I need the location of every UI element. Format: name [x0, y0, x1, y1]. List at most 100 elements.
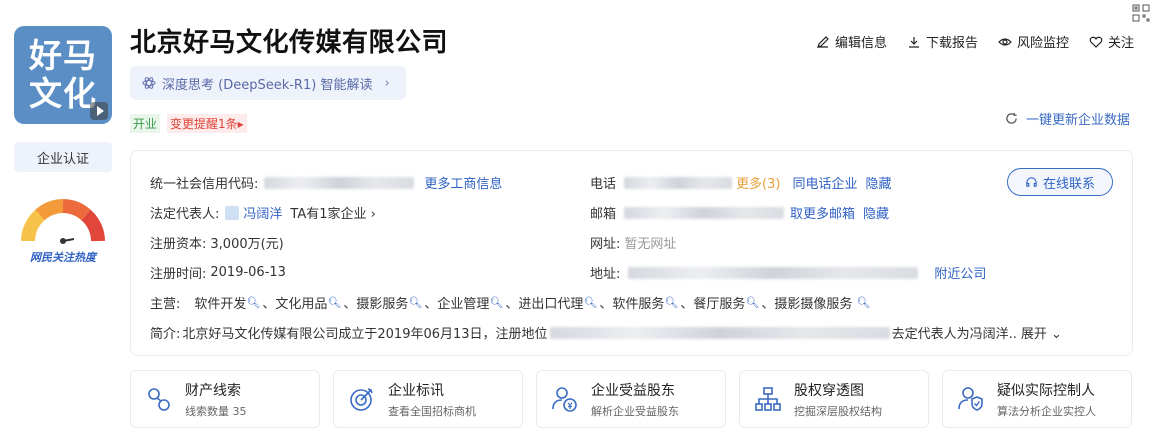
phone-more-link[interactable]: 更多(3)	[736, 173, 780, 192]
feature-equity-chart[interactable]: 股权穿透图 挖掘深层股权结构	[739, 370, 929, 428]
search-icon[interactable]: 🔍︎	[246, 296, 260, 309]
intro-expand-button[interactable]: 展开 ⌄	[1021, 323, 1062, 342]
feature-subtitle: 挖掘深层股权结构	[794, 404, 882, 418]
download-report-button[interactable]: 下载报告	[907, 32, 978, 51]
feature-title: 股权穿透图	[794, 382, 864, 399]
intro-text-start: 北京好马文化传媒有限公司成立于2019年06月13日，注册地位	[182, 327, 548, 342]
reg-time-row: 注册时间: 2019-06-13	[150, 263, 286, 282]
legal-rep-row: 法定代表人: 冯阔洋 TA有1家企业 ›	[150, 203, 376, 222]
change-alert-badge[interactable]: 变更提醒1条▸	[167, 114, 247, 133]
edit-info-label: 编辑信息	[834, 36, 887, 51]
business-item[interactable]: 企业管理	[437, 293, 489, 312]
status-badge: 开业	[130, 114, 161, 133]
legal-rep-name-link[interactable]: 冯阔洋	[243, 203, 282, 222]
company-page: 好马 文化 企业认证 网民关注热度 北京好马文化传媒有限公司 深度思考 (Dee…	[0, 0, 1154, 438]
chevron-right-icon: ›	[384, 75, 390, 91]
search-icon[interactable]: 🔍︎	[856, 296, 870, 309]
capital-value: 3,000万(元)	[210, 237, 284, 252]
phone-row: 电话 更多(3) 同电话企业 隐藏	[590, 173, 891, 192]
business-item[interactable]: 摄影摄像服务	[774, 293, 852, 312]
qr-code-icon[interactable]	[1132, 4, 1150, 22]
download-report-label: 下载报告	[925, 36, 978, 51]
headset-icon	[1026, 176, 1037, 187]
caret-right-icon: ▸	[237, 117, 244, 131]
credit-code-row: 统一社会信用代码: 更多工商信息	[150, 173, 502, 192]
search-icon[interactable]: 🔍︎	[408, 296, 422, 309]
target-icon	[350, 388, 373, 411]
email-label: 邮箱	[590, 207, 617, 222]
company-title: 北京好马文化传媒有限公司	[130, 28, 449, 58]
enterprise-cert-button[interactable]: 企业认证	[14, 142, 112, 172]
heat-label: 网民关注热度	[30, 251, 96, 264]
credit-code-label: 统一社会信用代码:	[150, 177, 259, 192]
feature-property-clues[interactable]: 财产线索 线索数量 35	[130, 370, 320, 428]
feature-title: 企业受益股东	[591, 382, 675, 399]
email-value	[624, 206, 785, 219]
search-icon[interactable]: 🔍︎	[583, 296, 597, 309]
feature-subtitle: 线索数量 35	[185, 404, 247, 418]
feature-subtitle: 解析企业受益股东	[591, 404, 679, 418]
feature-subtitle: 查看全国招标商机	[388, 404, 476, 418]
more-emails-link[interactable]: 取更多邮箱	[790, 203, 855, 222]
more-business-info-link[interactable]: 更多工商信息	[424, 173, 502, 192]
feature-title: 财产线索	[185, 382, 241, 399]
business-item[interactable]: 软件开发	[194, 293, 246, 312]
website-row: 网址: 暂无网址	[590, 233, 676, 252]
legal-rep-companies-link[interactable]: TA有1家企业 ›	[290, 203, 375, 222]
refresh-data-label: 一键更新企业数据	[1025, 113, 1130, 128]
legal-rep-companies-label: TA有1家企业	[290, 207, 367, 222]
online-contact-button[interactable]: 在线联系	[1007, 168, 1113, 196]
feature-bid-info[interactable]: 企业标讯 查看全国招标商机	[333, 370, 523, 428]
email-hide-link[interactable]: 隐藏	[863, 203, 889, 222]
risk-monitor-button[interactable]: 风险监控	[998, 32, 1069, 51]
online-contact-label: 在线联系	[1042, 176, 1095, 192]
search-icon[interactable]: 🔍︎	[745, 296, 759, 309]
download-icon	[908, 36, 919, 48]
business-item[interactable]: 餐厅服务	[693, 293, 745, 312]
risk-monitor-label: 风险监控	[1016, 36, 1069, 51]
org-chart-icon	[755, 387, 781, 411]
refresh-icon	[1006, 112, 1017, 124]
heart-icon	[1089, 36, 1103, 48]
capital-label: 注册资本:	[150, 237, 207, 252]
phone-hide-link[interactable]: 隐藏	[865, 173, 891, 192]
search-icon[interactable]: 🔍︎	[489, 296, 503, 309]
change-alert-label: 变更提醒1条	[170, 117, 238, 131]
search-icon[interactable]: 🔍︎	[664, 296, 678, 309]
feature-beneficial-owners[interactable]: 企业受益股东 解析企业受益股东	[536, 370, 726, 428]
ai-analysis-button[interactable]: 深度思考 (DeepSeek-R1) 智能解读 ›	[130, 66, 406, 100]
business-item[interactable]: 软件服务	[612, 293, 664, 312]
intro-expand-label: 展开	[1020, 327, 1047, 342]
business-item[interactable]: 进出口代理	[518, 293, 583, 312]
nearby-companies-link[interactable]: 附近公司	[934, 263, 986, 282]
email-row: 邮箱 取更多邮箱 隐藏	[590, 203, 889, 222]
business-item[interactable]: 文化用品	[275, 293, 327, 312]
refresh-data-button[interactable]: 一键更新企业数据	[1005, 109, 1130, 128]
reg-time-label: 注册时间:	[150, 267, 207, 282]
search-icon[interactable]: 🔍︎	[327, 296, 341, 309]
property-clue-icon	[148, 388, 170, 411]
play-icon[interactable]	[90, 102, 108, 120]
header-actions: 编辑信息 下载报告 风险监控 关注	[816, 32, 1134, 51]
credit-code-value	[264, 176, 415, 189]
avatar	[225, 205, 240, 220]
business-label: 主营:	[150, 297, 181, 312]
logo-text-line2: 文化	[29, 74, 97, 113]
phone-value	[624, 176, 733, 189]
follow-button[interactable]: 关注	[1089, 32, 1134, 51]
legal-rep-label: 法定代表人:	[150, 207, 220, 222]
atom-icon	[142, 77, 156, 89]
same-phone-companies-link[interactable]: 同电话企业	[792, 173, 857, 192]
feature-subtitle: 算法分析企业实控人	[997, 404, 1096, 418]
intro-label: 简介:	[150, 327, 181, 342]
business-item[interactable]: 摄影服务	[356, 293, 408, 312]
feature-title: 企业标讯	[388, 382, 444, 399]
website-value: 暂无网址	[624, 237, 677, 252]
company-info-card: 统一社会信用代码: 更多工商信息 法定代表人: 冯阔洋 TA有1家企业 › 注册…	[130, 150, 1133, 356]
edit-info-button[interactable]: 编辑信息	[816, 32, 887, 51]
company-logo[interactable]: 好马 文化	[14, 26, 112, 124]
address-label: 地址:	[590, 267, 621, 282]
shareholder-icon	[552, 387, 577, 412]
website-label: 网址:	[590, 237, 621, 252]
feature-actual-controller[interactable]: 疑似实际控制人 算法分析企业实控人	[942, 370, 1132, 428]
